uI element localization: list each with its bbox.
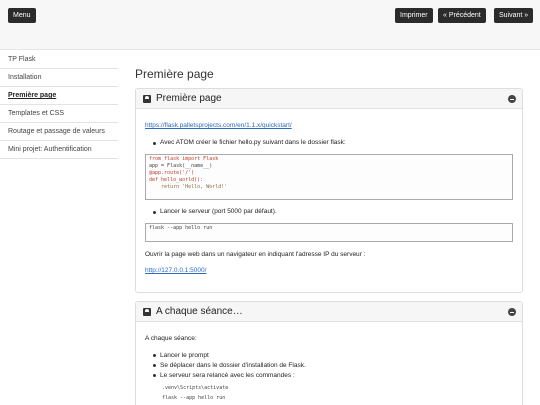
code-line: return 'Hello, World!' (149, 184, 228, 190)
previous-button[interactable]: « Précédent (438, 8, 486, 23)
intro-text: A chaque séance: (145, 335, 197, 342)
sidebar-nav: TP Flask Installation Première page Temp… (0, 51, 118, 159)
command-line: flask --app hello run (162, 395, 226, 401)
card-header[interactable]: Première page (136, 89, 522, 109)
user-id-icon (143, 308, 151, 316)
sidebar-item-routage[interactable]: Routage et passage de valeurs (0, 123, 118, 141)
code-line: from flask import Flask (149, 156, 219, 162)
code-line: flask --app hello run (149, 225, 213, 231)
sidebar-item-installation[interactable]: Installation (0, 69, 118, 87)
menu-button[interactable]: Menu (8, 8, 36, 23)
card-title: A chaque séance… (156, 306, 243, 317)
list-item: Le serveur sera relancé avec les command… (145, 371, 513, 381)
card-header[interactable]: A chaque séance… (136, 302, 522, 322)
collapse-icon[interactable] (508, 95, 516, 103)
page-title: Première page (135, 67, 214, 81)
card-title: Première page (156, 93, 222, 104)
sidebar-item-tp-flask[interactable]: TP Flask (0, 51, 118, 69)
main-content: Première page Première page https://flas… (135, 58, 523, 405)
list-item: Se déplacer dans le dossier d'installati… (145, 361, 513, 371)
instruction-text: Ouvrir la page web dans un navigateur en… (145, 251, 366, 258)
top-bar: Menu Imprimer « Précédent Suivant » (0, 0, 540, 50)
localhost-link[interactable]: http://127.0.0.1:5000/ (145, 267, 513, 274)
collapse-icon[interactable] (508, 308, 516, 316)
command-line: .venv\Scripts\activate (162, 385, 229, 391)
code-line: @app.route('/') (149, 170, 195, 176)
print-button[interactable]: Imprimer (395, 8, 433, 23)
code-block-run: flask --app hello run (145, 223, 513, 242)
code-line: app = Flask(__name__) (149, 163, 213, 169)
code-block-hello: from flask import Flask app = Flask(__nam… (145, 154, 513, 200)
sidebar-item-templates-css[interactable]: Templates et CSS (0, 105, 118, 123)
sidebar-item-premiere-page[interactable]: Première page (0, 87, 118, 105)
list-item: Lancer le prompt (145, 351, 513, 361)
code-line: def hello_world(): (149, 177, 204, 183)
card-premiere-page: Première page https://flask.palletsproje… (135, 88, 523, 293)
next-button[interactable]: Suivant » (494, 8, 534, 23)
list-item: Avec ATOM créer le fichier hello.py suiv… (145, 139, 513, 146)
list-item: Lancer le serveur (port 5000 par défaut)… (145, 208, 513, 215)
sidebar-item-mini-projet[interactable]: Mini projet: Authentification (0, 141, 118, 159)
user-id-icon (143, 95, 151, 103)
quickstart-link[interactable]: https://flask.palletsprojects.com/en/1.1… (145, 122, 513, 129)
card-a-chaque-seance: A chaque séance… A chaque séance: Lancer… (135, 301, 523, 405)
